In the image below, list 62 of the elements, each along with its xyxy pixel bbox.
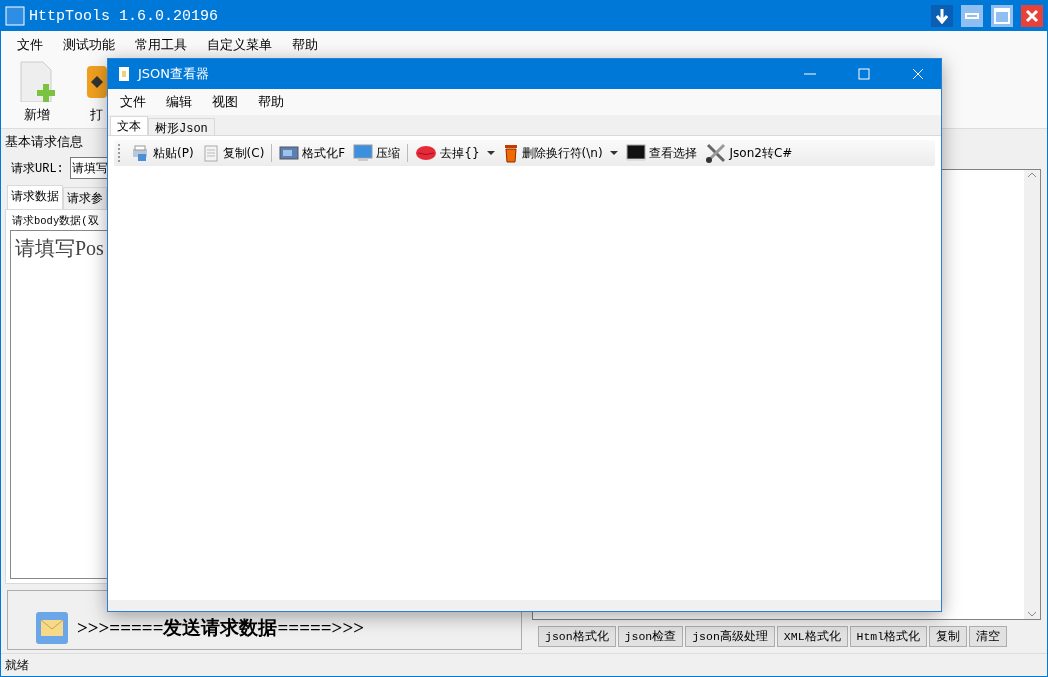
scrollbar[interactable] xyxy=(1024,170,1040,619)
toolbar-button[interactable]: 去掉{} xyxy=(412,144,498,162)
app-icon xyxy=(5,6,25,26)
minimize-button[interactable] xyxy=(961,5,983,27)
maximize-icon xyxy=(858,68,870,80)
caret-icon xyxy=(486,151,495,155)
monitor-icon xyxy=(353,144,374,162)
envelope-icon xyxy=(34,611,69,645)
format-button[interactable]: 清空 xyxy=(969,626,1008,647)
window-title: HttpTools 1.6.0.20196 xyxy=(29,7,220,25)
status-text: 就绪 xyxy=(5,656,29,674)
toolbar-button[interactable]: 复制(C) xyxy=(198,144,268,162)
close-icon xyxy=(912,68,924,80)
menu-item[interactable]: 帮助 xyxy=(248,93,294,111)
toolbar-button[interactable]: 新增 xyxy=(15,58,59,128)
maximize-button[interactable] xyxy=(991,5,1013,27)
toolbar-button[interactable]: 删除换行符(\n) xyxy=(499,143,621,163)
menu-item[interactable]: 帮助 xyxy=(282,35,328,54)
chevron-up-icon xyxy=(1027,172,1037,178)
close-button[interactable] xyxy=(1021,5,1043,27)
group-title: 请求body数据(双 xyxy=(12,214,100,228)
download-button[interactable] xyxy=(931,5,953,27)
printer-icon xyxy=(130,144,150,162)
menu-item[interactable]: 常用工具 xyxy=(125,35,197,54)
menu-item[interactable]: 文件 xyxy=(7,35,53,54)
tab[interactable]: 请求参 xyxy=(63,187,107,209)
toolbar-button[interactable]: 格式化F xyxy=(276,144,349,162)
menu-item[interactable]: 文件 xyxy=(110,93,156,111)
image-icon xyxy=(279,145,300,161)
window-title: JSON查看器 xyxy=(138,65,211,83)
maximize-icon xyxy=(994,8,1010,24)
minimize-icon xyxy=(804,73,816,75)
group-title: 基本请求信息 xyxy=(5,133,84,151)
format-button[interactable]: 复制 xyxy=(929,626,968,647)
format-button[interactable]: Html格式化 xyxy=(849,626,928,647)
tools-icon xyxy=(704,142,727,164)
tab[interactable]: 树形Json xyxy=(148,118,215,135)
trash-icon xyxy=(502,143,519,163)
menu-item[interactable]: 测试功能 xyxy=(53,35,125,54)
document-icon xyxy=(118,66,130,82)
caret-icon xyxy=(609,151,618,155)
format-button[interactable]: json检查 xyxy=(617,626,684,647)
menu-item[interactable]: 编辑 xyxy=(156,93,202,111)
toolbar-button[interactable]: 压缩 xyxy=(350,144,404,162)
format-button[interactable]: json高级处理 xyxy=(685,626,775,647)
arrow-down-icon xyxy=(936,8,948,24)
toolbar-button[interactable]: Json2转C# xyxy=(701,142,796,164)
chevron-down-icon xyxy=(1027,611,1037,617)
monitor-icon xyxy=(625,144,646,162)
format-button[interactable]: json格式化 xyxy=(538,626,616,647)
tab[interactable]: 文本 xyxy=(110,116,148,135)
tab[interactable]: 请求数据 xyxy=(7,185,63,209)
url-label: 请求URL: xyxy=(11,160,64,177)
menu-item[interactable]: 视图 xyxy=(202,93,248,111)
toolbar-button[interactable]: 粘贴(P) xyxy=(127,144,197,162)
document-icon xyxy=(201,144,220,162)
close-icon xyxy=(1025,9,1039,23)
format-button[interactable]: XML格式化 xyxy=(776,626,848,647)
toolbar-button[interactable]: 查看选择 xyxy=(622,144,700,162)
minimize-icon xyxy=(965,13,979,19)
menu-item[interactable]: 自定义菜单 xyxy=(197,35,282,54)
toolbar-button[interactable]: 打 xyxy=(85,58,107,128)
